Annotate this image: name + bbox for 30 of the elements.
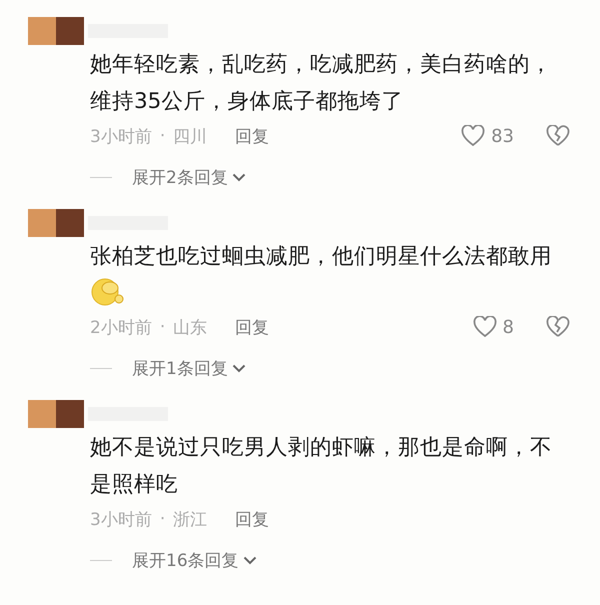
- broken-heart-icon[interactable]: [546, 316, 570, 338]
- comment-time: 3小时前: [90, 508, 152, 530]
- pixelated-avatar[interactable]: [28, 400, 84, 428]
- chevron-down-icon[interactable]: [242, 556, 257, 564]
- comment-text: 张柏芝也吃过蛔虫减肥，他们明星什么法都敢用: [90, 243, 553, 271]
- comment-location: 浙江: [173, 508, 208, 530]
- comment-text: 她年轻吃素，乱吃药，吃减肥药，美白药啥的，维持35公斤，身体底子都拖垮了: [90, 51, 553, 116]
- reply-button[interactable]: 回复: [235, 508, 270, 530]
- pixelated-avatar[interactable]: [28, 209, 84, 237]
- separator-dot: ·: [160, 126, 166, 146]
- comment-text: 她不是说过只吃男人剥的虾嘛，那也是命啊，不是照样吃: [90, 434, 553, 499]
- like-count: 83: [491, 126, 514, 146]
- pixelated-avatar[interactable]: [28, 17, 84, 45]
- chevron-down-icon[interactable]: [232, 364, 246, 372]
- chevron-down-icon[interactable]: [232, 172, 246, 182]
- separator-dot: ·: [160, 317, 166, 337]
- broken-heart-icon[interactable]: [546, 125, 570, 147]
- like-heart-icon[interactable]: [461, 125, 486, 147]
- reply-button[interactable]: 回复: [235, 124, 270, 148]
- like-count: 8: [502, 316, 514, 338]
- comment-time: 3小时前: [90, 126, 152, 148]
- comment-location: 山东: [173, 316, 208, 338]
- comment-time: 2小时前: [90, 316, 152, 338]
- expand-replies-link[interactable]: 展开1条回复: [132, 356, 228, 380]
- comment-location: 四川: [173, 126, 208, 148]
- expand-replies-link[interactable]: 展开2条回复: [132, 166, 228, 188]
- separator-dot: ·: [160, 509, 166, 529]
- expand-replies-link[interactable]: 展开16条回复: [132, 548, 239, 572]
- like-heart-icon[interactable]: [472, 316, 497, 338]
- reply-button[interactable]: 回复: [235, 316, 270, 338]
